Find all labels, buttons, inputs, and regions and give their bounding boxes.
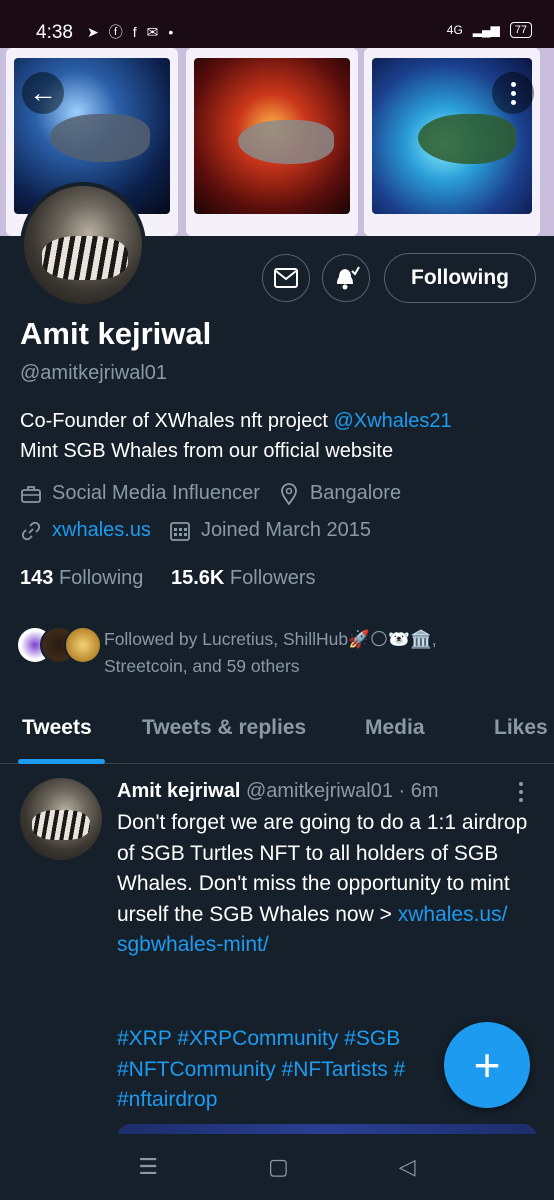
plus-icon: + [473,1039,501,1091]
location-pin-icon [278,482,300,505]
bio-line2: Mint SGB Whales from our official websit… [20,440,394,462]
profile-tabs: Tweets Tweets & replies Media Likes [0,700,554,764]
tab-tweets[interactable]: Tweets [22,716,92,740]
avatar [64,626,102,664]
bio-text: Co-Founder of XWhales nft project [20,410,328,432]
active-tab-indicator [18,759,105,764]
following-count: 143 [20,567,54,589]
envelope-icon [274,268,298,288]
profile-avatar[interactable] [20,182,146,308]
telegram-icon: ➤ [86,23,99,40]
more-options-button[interactable] [492,72,534,114]
briefcase-icon [20,483,42,505]
link-icon [20,520,42,542]
tweet-avatar[interactable] [20,778,102,860]
bio-mention-link[interactable]: @Xwhales21 [333,410,451,432]
profile-website-joined: xwhales.us Joined March 2015 [20,519,371,542]
facebook-messenger-icon: ⓕ [108,24,123,40]
category-label: Social Media Influencer [52,482,260,504]
profile-category: Social Media Influencer Bangalore [20,482,401,505]
status-right: 4G ▂▄▆ 77 [447,22,532,38]
following-button[interactable]: Following [384,253,536,303]
followed-by-line2: Streetcoin, and 59 others [104,656,300,676]
tweet-handle-time: @amitkejriwal01 · 6m [245,780,439,802]
profile-handle: @amitkejriwal01 [20,362,168,384]
signal-icon: ▂▄▆ [472,23,500,37]
recents-icon[interactable]: ☰ [138,1154,158,1180]
followed-by-avatars[interactable] [16,626,102,664]
tweet-body: Don't forget we are going to do a 1:1 ai… [117,808,537,961]
followers-count: 15.6K [170,567,225,589]
compose-tweet-button[interactable]: + [444,1022,530,1108]
arrow-left-icon: ← [29,77,57,108]
followed-by-line1: Followed by Lucretius, ShillHub🚀🌕🐻‍❄️🏛️, [104,629,437,649]
hashtags-line2[interactable]: #NFTCommunity #NFTartists # [117,1058,405,1081]
status-time: 4:38 [36,22,73,43]
back-button[interactable]: ← [22,72,64,114]
tweet-link-continued[interactable]: sgbwhales-mint/ [117,933,269,956]
location-label: Bangalore [309,482,402,504]
following-count-link[interactable]: 143 Following [20,567,143,589]
notification-icons: ➤ ⓕ f ✉ • [87,22,173,42]
back-nav-icon[interactable]: ◁ [399,1154,416,1180]
hashtags-line1[interactable]: #XRP #XRPCommunity #SGB [117,1027,400,1050]
followed-by-text[interactable]: Followed by Lucretius, ShillHub🚀🌕🐻‍❄️🏛️,… [104,626,544,680]
tweet-author[interactable]: Amit kejriwal [117,780,240,802]
tweet-link[interactable]: xwhales.us/ [398,903,508,926]
banner-art-whale-fire [194,58,350,214]
following-label: Following [58,567,144,589]
joined-label: Joined March 2015 [200,519,372,541]
system-navigation-bar: ☰ ▢ ◁ [0,1134,554,1200]
facebook-icon: f [132,24,137,40]
battery-icon: 77 [509,22,532,38]
tab-likes[interactable]: Likes [494,716,548,740]
dot-icon: • [168,24,174,40]
tab-media[interactable]: Media [365,716,425,740]
message-button[interactable] [262,254,310,302]
profile-bio: Co-Founder of XWhales nft project @Xwhal… [20,406,540,466]
network-label: 4G [446,23,463,37]
tab-tweets-replies[interactable]: Tweets & replies [142,716,306,740]
profile-name: Amit kejriwal [20,316,212,351]
follow-counts: 143 Following 15.6K Followers [20,567,316,590]
calendar-icon [169,520,191,542]
mail-icon: ✉ [146,23,159,40]
tweet-header: Amit kejriwal @amitkejriwal01 · 6m [117,780,439,803]
website-link[interactable]: xwhales.us [52,519,151,542]
followers-count-link[interactable]: 15.6K Followers [171,567,316,589]
notifications-button[interactable] [322,254,370,302]
hashtags-line3[interactable]: #nftairdrop [117,1088,217,1111]
followers-label: Followers [229,567,316,589]
home-icon[interactable]: ▢ [268,1154,289,1180]
tweet-more-button[interactable] [519,782,523,802]
bell-check-icon [337,266,360,290]
